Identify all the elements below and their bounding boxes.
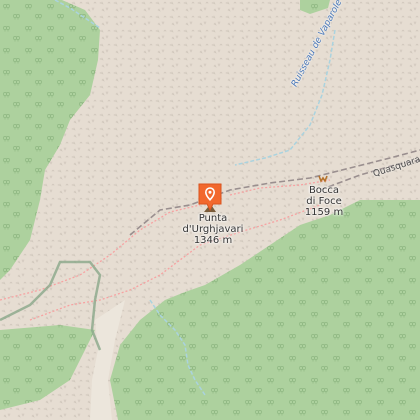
location-marker[interactable] bbox=[197, 182, 223, 212]
peak-label: Punta d'Urghjavari 1346 m bbox=[178, 213, 248, 246]
pass-name-line1: Bocca bbox=[308, 185, 340, 196]
pass-elevation: 1159 m bbox=[304, 207, 344, 218]
map-canvas[interactable]: Ruisseau de Vaparole Quasquara Punta d'U… bbox=[0, 0, 420, 420]
saddle-icon bbox=[318, 175, 328, 183]
map-pin-icon bbox=[198, 183, 222, 212]
peak-name-line2: d'Urghjavari bbox=[182, 224, 244, 235]
pass-name-line2: di Foce bbox=[306, 196, 342, 207]
peak-elevation: 1346 m bbox=[193, 235, 233, 246]
pass-label: Bocca di Foce 1159 m bbox=[298, 185, 350, 218]
peak-name-line1: Punta bbox=[198, 213, 228, 224]
